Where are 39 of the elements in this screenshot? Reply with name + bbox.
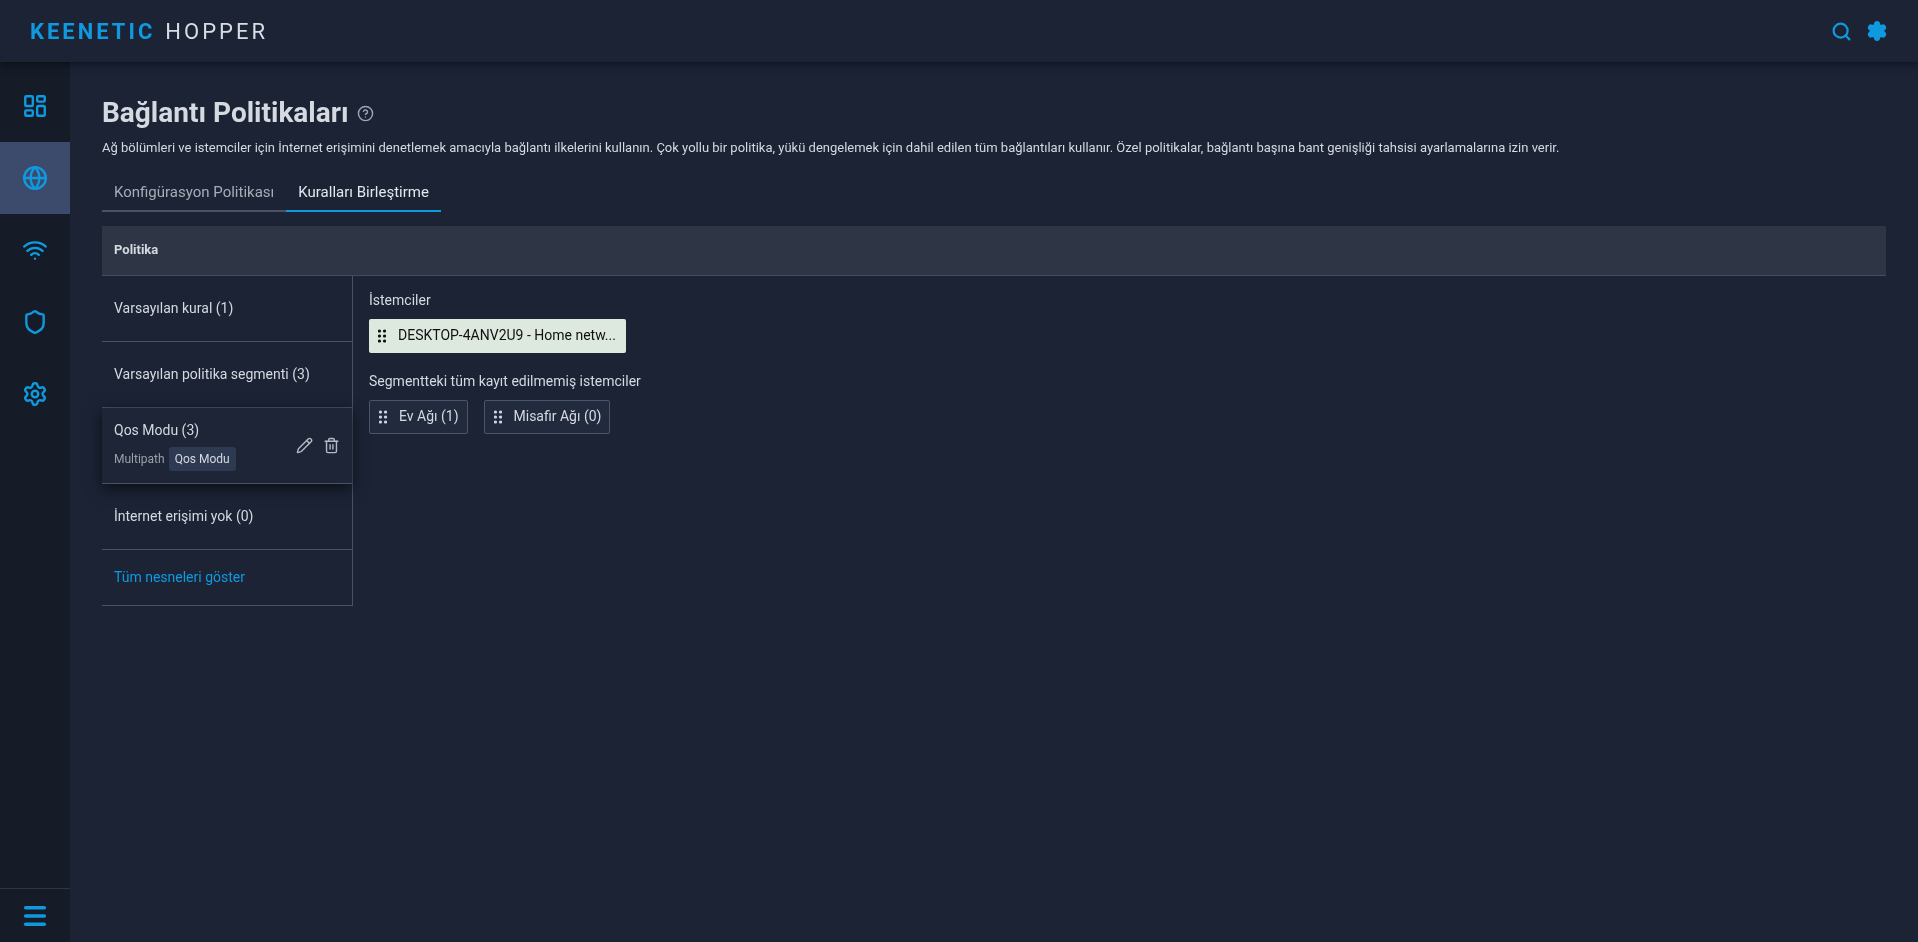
edit-icon[interactable] — [296, 436, 313, 454]
policy-item[interactable]: İnternet erişimi yok (0) — [102, 483, 352, 550]
help-icon[interactable] — [356, 104, 374, 122]
policy-name: Varsayılan politika segmenti (3) — [114, 364, 310, 385]
tooltip: Qos Modu — [168, 446, 236, 471]
policy-name: Qos Modu (3) — [114, 420, 201, 441]
client-name: DESKTOP-4ANV2U9 - Home netw... — [398, 326, 616, 345]
page-title: Bağlantı Politikaları — [102, 95, 349, 131]
delete-icon[interactable] — [323, 436, 340, 454]
drag-handle-icon — [493, 409, 502, 424]
segment-name: Ev Ağı (1) — [399, 407, 459, 427]
policy-type: Multipath — [114, 450, 165, 468]
show-all-link[interactable]: Tüm nesneleri göster — [114, 566, 245, 588]
tab[interactable]: Konfigürasyon Politikası — [102, 175, 287, 212]
segment-chip[interactable]: Misafir Ağı (0) — [483, 399, 611, 434]
segment-chip[interactable]: Ev Ağı (1) — [369, 399, 468, 434]
policy-name: İnternet erişimi yok (0) — [114, 506, 254, 526]
dashboard-icon — [22, 93, 48, 119]
drag-handle-icon — [378, 328, 386, 343]
tab[interactable]: Kuralları Birleştirme — [286, 175, 441, 212]
nav-item[interactable] — [0, 142, 70, 214]
settings-icon[interactable] — [1866, 20, 1888, 42]
policy-item[interactable]: Qos Modu (3) Multipath Qos Modu — [102, 407, 352, 484]
drag-handle-icon — [379, 409, 387, 424]
section-title: İstemciler — [369, 290, 432, 310]
segment-name: Misafir Ağı (0) — [513, 407, 602, 426]
logo-text: HOPPER — [165, 17, 268, 46]
policy-item[interactable]: Varsayılan politika segmenti (3) — [102, 341, 352, 408]
section-title: Segmentteki tüm kayıt edilmemiş istemciler — [369, 371, 642, 391]
policy-item[interactable]: Varsayılan kural (1) — [102, 275, 352, 342]
policy-name: Varsayılan kural (1) — [114, 298, 234, 318]
page-description: Ağ bölümleri ve istemciler için İnternet erişimini denetlemek amacıyla bağlantı ilkelerini kullanın. Çok yollu bir politika, yükü dengelemek için dahil edilen tüm bağlantıları kullanır. Özel politikalar, bağlantı başına bant genişliği tahsisi ayarlamalarına izin verir. — [102, 139, 1561, 157]
shield-icon — [22, 309, 48, 335]
logo-text: KEENETIC — [30, 17, 156, 46]
settings-icon — [22, 381, 48, 407]
client-chip[interactable]: DESKTOP-4ANV2U9 - Home netw... — [369, 318, 626, 353]
globe-icon — [22, 165, 48, 191]
search-icon[interactable] — [1831, 20, 1852, 42]
column-header: Politika — [114, 241, 159, 260]
